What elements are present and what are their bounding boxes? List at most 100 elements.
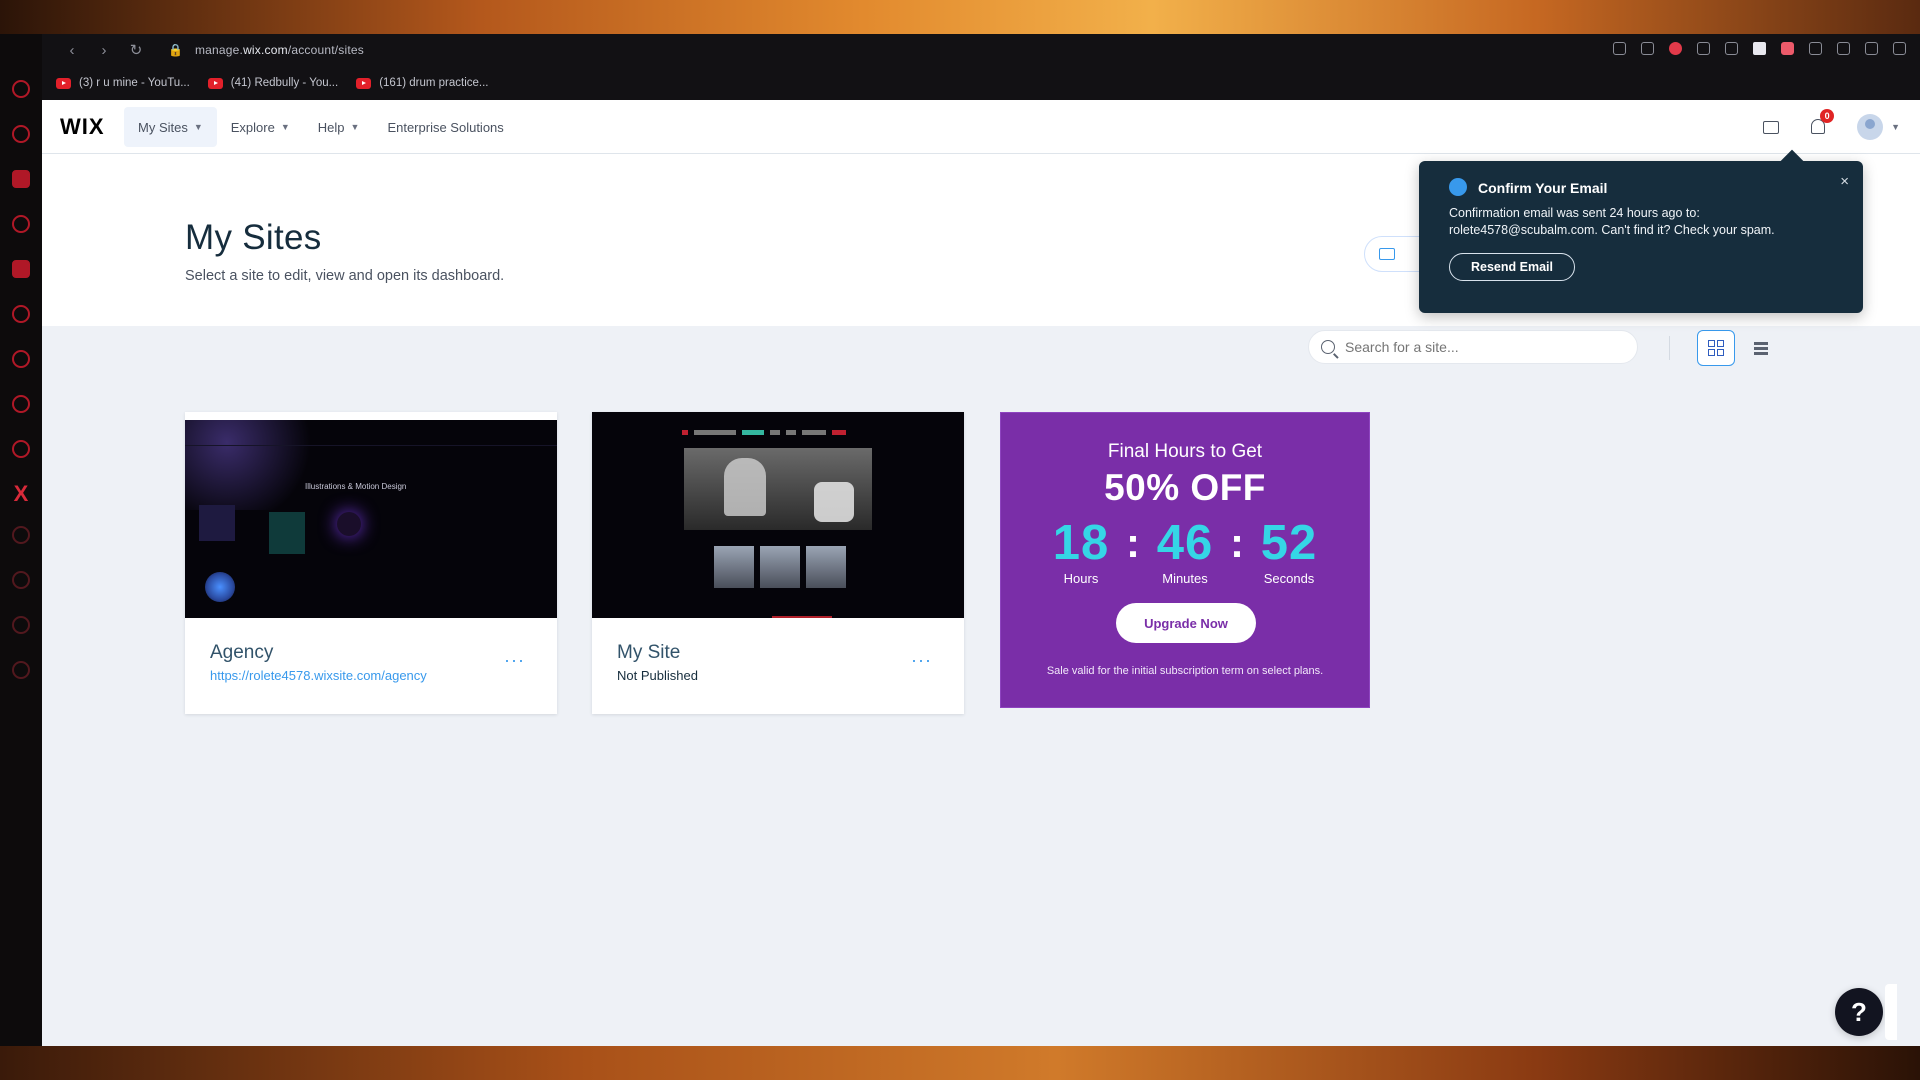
- list-view-toggle[interactable]: [1742, 330, 1780, 366]
- nav-help[interactable]: Help ▼: [304, 107, 374, 147]
- sidebar-home-icon[interactable]: [12, 125, 30, 143]
- search-input[interactable]: [1345, 339, 1625, 355]
- cloud-icon[interactable]: [1753, 42, 1766, 55]
- site-thumbnail[interactable]: [592, 412, 964, 618]
- header-actions: 0 ▼: [1763, 100, 1900, 154]
- more-actions-icon[interactable]: ···: [911, 651, 932, 669]
- youtube-icon: [207, 77, 223, 89]
- countdown-value: 18: [1052, 516, 1110, 570]
- camera-icon[interactable]: [1641, 42, 1654, 55]
- confirm-email-popover: Confirm Your Email × Confirmation email …: [1419, 161, 1863, 313]
- bookmark-label: (161) drum practice...: [379, 77, 489, 89]
- sidebar-player-icon[interactable]: [12, 526, 30, 544]
- countdown-label: Hours: [1063, 571, 1099, 586]
- site-search[interactable]: [1308, 330, 1638, 364]
- site-thumbnail[interactable]: Illustrations & Motion Design: [185, 420, 557, 618]
- popover-title: Confirm Your Email: [1478, 180, 1608, 196]
- list-line: [1754, 351, 1768, 355]
- chevron-down-icon: ▼: [1891, 122, 1900, 132]
- vpn-icon[interactable]: [1809, 42, 1822, 55]
- grid-view-toggle[interactable]: [1697, 330, 1735, 366]
- countdown-label: Minutes: [1162, 571, 1208, 586]
- sidebar-history-icon[interactable]: [12, 571, 30, 589]
- download-icon[interactable]: [1837, 42, 1850, 55]
- browser-window: ‹ › ↻ 🔒 manage.wix.com/account/sites (3)…: [42, 34, 1920, 1046]
- bookmark-item[interactable]: (3) r u mine - YouTu...: [56, 77, 190, 89]
- chevron-down-icon: ▼: [350, 122, 360, 132]
- avatar: [1857, 114, 1884, 140]
- grid-cell: [1717, 340, 1724, 347]
- thumb-hero-image: [684, 448, 872, 530]
- reload-icon[interactable]: ↻: [120, 41, 152, 59]
- promo-fineprint: Sale valid for the initial subscription …: [1046, 665, 1324, 677]
- countdown-value: 52: [1260, 516, 1318, 570]
- site-name: My Site: [617, 642, 681, 663]
- thumb-photo: [806, 546, 846, 588]
- bookmark-item[interactable]: (161) drum practice...: [356, 77, 489, 89]
- nav-label: My Sites: [138, 119, 188, 135]
- url-path: /account/sites: [287, 43, 364, 57]
- thumb-artwork: [337, 512, 361, 536]
- profile-icon[interactable]: [1893, 42, 1906, 55]
- url-prefix: manage.: [194, 43, 244, 57]
- sidebar-x-icon[interactable]: X: [14, 483, 29, 505]
- thumb-nav: [185, 420, 557, 446]
- countdown-separator: :: [1126, 519, 1140, 566]
- sidebar-chat-icon[interactable]: [12, 350, 30, 368]
- chevron-down-icon: ▼: [280, 122, 290, 132]
- sidebar-settings-icon[interactable]: [12, 661, 30, 679]
- sidebar-whatsapp-icon[interactable]: [12, 395, 30, 413]
- account-menu[interactable]: ▼: [1857, 114, 1900, 140]
- thumb-nav: [682, 422, 877, 435]
- feedback-tab[interactable]: [1885, 984, 1897, 1040]
- top-nav: My Sites ▼ Explore ▼ Help ▼ Enterprise Solu…: [124, 100, 518, 154]
- promo-headline: 50% OFF: [1104, 467, 1266, 508]
- more-actions-icon[interactable]: ···: [504, 651, 525, 669]
- sidebar-box-icon[interactable]: [12, 616, 30, 634]
- desktop-frame-top: [0, 0, 1920, 34]
- nav-label: Help: [317, 119, 345, 135]
- forward-arrow-icon[interactable]: ›: [88, 42, 120, 59]
- search-icon: [1321, 340, 1335, 354]
- nav-explore[interactable]: Explore ▼: [217, 107, 304, 147]
- notifications-button[interactable]: 0: [1809, 109, 1835, 136]
- sidebar-messenger-icon[interactable]: [12, 305, 30, 323]
- browser-toolbar-icons: [1613, 42, 1906, 55]
- menu-icon[interactable]: [1865, 42, 1878, 55]
- countdown-timer: 18 Hours : 46 Minutes : 52 Seconds: [1001, 517, 1369, 586]
- thumb-photo: [760, 546, 800, 588]
- url-field[interactable]: manage.wix.com/account/sites: [195, 43, 364, 57]
- countdown-hours: 18 Hours: [1044, 517, 1118, 586]
- list-line: [1754, 346, 1768, 350]
- info-icon: [1449, 178, 1467, 196]
- countdown-separator: :: [1230, 519, 1244, 566]
- site-url-link[interactable]: https://rolete4578.wixsite.com/agency: [210, 668, 427, 683]
- site-card-my-site[interactable]: My Site Not Published ···: [592, 412, 964, 714]
- chat-icon[interactable]: [1763, 120, 1780, 134]
- heart-icon[interactable]: [1725, 42, 1738, 55]
- promo-banner: Final Hours to Get 50% OFF 18 Hours : 46…: [1000, 412, 1370, 708]
- wix-logo[interactable]: WIX: [60, 114, 105, 140]
- upgrade-now-button[interactable]: Upgrade Now: [1116, 603, 1256, 643]
- extension-icon[interactable]: [1781, 42, 1794, 55]
- record-icon[interactable]: [1669, 42, 1682, 55]
- bookmark-item[interactable]: (41) Redbully - You...: [207, 77, 338, 89]
- snapshot-icon[interactable]: [1613, 42, 1626, 55]
- nav-my-sites[interactable]: My Sites ▼: [124, 107, 217, 147]
- back-arrow-icon[interactable]: ‹: [56, 42, 88, 59]
- sidebar-instagram-icon[interactable]: [12, 440, 30, 458]
- sidebar-speed-dial-icon[interactable]: [12, 80, 30, 98]
- sidebar-app-icon[interactable]: [12, 260, 30, 278]
- sidebar-twitch-icon[interactable]: [12, 170, 30, 188]
- wix-header: WIX My Sites ▼ Explore ▼ Help ▼ Enterprise …: [42, 100, 1920, 154]
- close-icon[interactable]: ×: [1840, 173, 1849, 190]
- nav-enterprise-solutions[interactable]: Enterprise Solutions: [373, 107, 517, 147]
- sidebar-bag-icon[interactable]: [12, 215, 30, 233]
- grid-cell: [1717, 349, 1724, 356]
- help-button[interactable]: ?: [1835, 988, 1883, 1036]
- folder-icon: [1379, 248, 1395, 260]
- site-card-agency[interactable]: Illustrations & Motion Design Agency htt…: [185, 412, 557, 714]
- send-icon[interactable]: [1697, 42, 1710, 55]
- thumb-accent: [772, 616, 832, 618]
- resend-email-button[interactable]: Resend Email: [1449, 253, 1575, 281]
